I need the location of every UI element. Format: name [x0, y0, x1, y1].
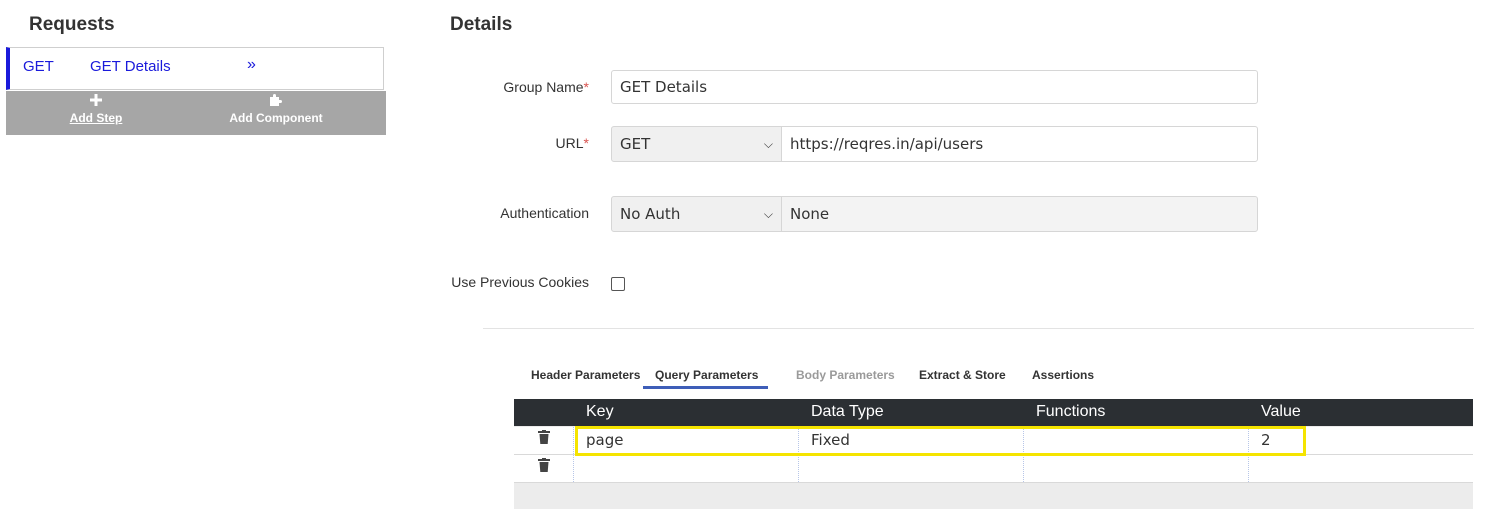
column-header-key: Key [586, 403, 614, 420]
puzzle-icon [226, 93, 326, 111]
data-type-cell[interactable] [798, 455, 1023, 482]
add-step-button[interactable]: Add Step [66, 93, 126, 125]
required-marker: * [583, 79, 589, 95]
required-marker: * [583, 135, 589, 151]
plus-icon [66, 93, 126, 111]
request-item[interactable]: GET GET Details » [6, 47, 384, 90]
tab-extract-store[interactable]: Extract & Store [919, 368, 1006, 382]
requests-title: Requests [29, 14, 115, 35]
tab-assertions[interactable]: Assertions [1032, 368, 1094, 382]
tab-header-parameters[interactable]: Header Parameters [531, 368, 640, 382]
key-cell[interactable]: page [573, 427, 798, 454]
auth-value-field: None [781, 196, 1258, 232]
column-header-data-type: Data Type [811, 403, 884, 420]
use-previous-cookies-checkbox[interactable] [611, 277, 625, 291]
auth-type-value: No Auth [620, 205, 681, 223]
url-label-text: URL [555, 135, 584, 151]
query-parameters-table: Key Data Type Functions Value page Fixed… [514, 399, 1473, 509]
functions-cell[interactable] [1023, 455, 1248, 482]
tab-query-parameters[interactable]: Query Parameters [643, 368, 769, 389]
chevron-down-icon: ⌵ [763, 206, 773, 221]
group-name-input[interactable]: GET Details [611, 70, 1258, 104]
expand-chevron-icon[interactable]: » [247, 56, 256, 74]
request-name: GET Details [90, 58, 171, 75]
authentication-label: Authentication [500, 205, 589, 221]
request-method: GET [23, 58, 54, 75]
url-label: URL* [439, 135, 589, 151]
table-row [514, 455, 1473, 483]
url-input[interactable]: https://reqres.in/api/users [781, 126, 1258, 162]
method-select[interactable]: GET ⌵ [611, 126, 782, 162]
column-header-functions: Functions [1036, 403, 1106, 420]
trash-icon[interactable] [538, 458, 550, 472]
auth-type-select[interactable]: No Auth ⌵ [611, 196, 782, 232]
functions-cell[interactable] [1023, 427, 1248, 454]
table-header: Key Data Type Functions Value [514, 399, 1473, 426]
method-select-value: GET [620, 135, 651, 153]
trash-icon[interactable] [538, 430, 550, 444]
column-header-value: Value [1261, 403, 1301, 420]
add-step-label: Add Step [69, 111, 123, 125]
chevron-down-icon: ⌵ [763, 136, 773, 151]
add-component-label: Add Component [229, 111, 323, 125]
value-cell[interactable]: 2 [1248, 427, 1473, 454]
table-row: page Fixed 2 [514, 427, 1473, 455]
tab-body-parameters[interactable]: Body Parameters [796, 368, 895, 382]
details-title: Details [450, 14, 513, 35]
key-cell[interactable] [573, 455, 798, 482]
request-toolbar: Add Step Add Component [6, 91, 386, 135]
data-type-cell[interactable]: Fixed [798, 427, 1023, 454]
group-name-label: Group Name* [439, 79, 589, 95]
use-previous-cookies-label: Use Previous Cookies [451, 274, 589, 290]
value-cell[interactable] [1248, 455, 1473, 482]
add-component-button[interactable]: Add Component [226, 93, 326, 125]
group-name-label-text: Group Name [503, 79, 584, 95]
divider [483, 328, 1474, 329]
